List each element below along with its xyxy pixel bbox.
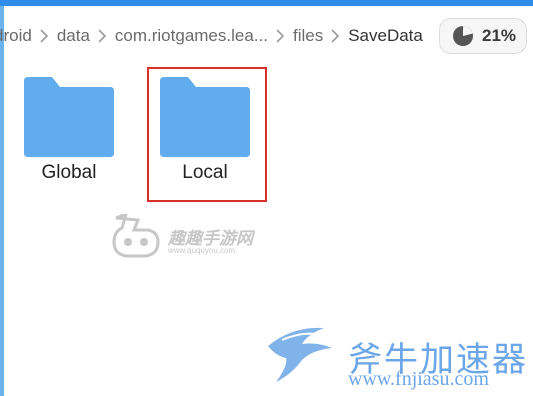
folder-label: Global bbox=[41, 162, 97, 183]
breadcrumb-item-droid[interactable]: droid bbox=[0, 26, 32, 46]
breadcrumb-item-package[interactable]: com.riotgames.lea... bbox=[115, 26, 268, 46]
pie-chart-icon bbox=[452, 25, 474, 47]
watermark-subtext: www.fnjiasu.com bbox=[348, 368, 489, 390]
chevron-right-icon bbox=[327, 28, 343, 44]
watermark-fnjiasu: 斧牛加速器 www.fnjiasu.com bbox=[262, 318, 533, 396]
selection-highlight bbox=[147, 67, 267, 202]
breadcrumb-item-files[interactable]: files bbox=[293, 26, 323, 46]
watermark-subtext: www.ququyou.com bbox=[168, 246, 236, 255]
breadcrumb-item-data[interactable]: data bbox=[57, 26, 90, 46]
chevron-right-icon bbox=[36, 28, 52, 44]
storage-usage-badge[interactable]: 21% bbox=[439, 18, 527, 54]
chevron-right-icon bbox=[94, 28, 110, 44]
top-accent-bar bbox=[0, 0, 533, 6]
folder-icon bbox=[24, 77, 114, 157]
folder-global[interactable]: Global bbox=[24, 77, 114, 187]
left-accent-bar bbox=[0, 6, 4, 396]
breadcrumb-item-savedata[interactable]: SaveData bbox=[348, 26, 423, 46]
wave-logo-icon bbox=[268, 327, 332, 382]
storage-percent: 21% bbox=[482, 26, 517, 45]
gamepad-logo-icon bbox=[112, 211, 160, 258]
watermark-ququyou: 趣趣手游网 www.ququyou.com bbox=[110, 211, 270, 264]
chevron-right-icon bbox=[272, 28, 288, 44]
